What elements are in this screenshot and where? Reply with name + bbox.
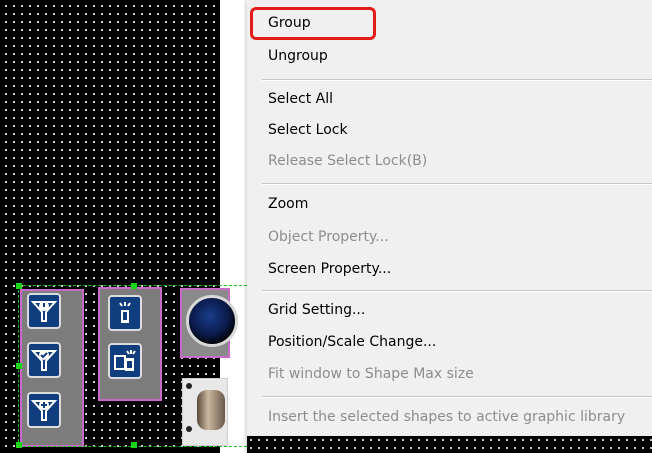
menu-item-object-property: Object Property... [268,229,389,245]
selection-handle[interactable] [131,442,137,448]
menu-separator [262,290,652,292]
menu-item-release-select-lock: Release Select Lock(B) [268,153,428,169]
menu-separator [262,396,652,398]
menu-item-fit-window: Fit window to Shape Max size [268,366,474,382]
menu-separator [262,183,652,185]
menu-item-grid-setting[interactable]: Grid Setting... [268,297,365,323]
menu-item-select-all[interactable]: Select All [268,86,333,112]
menu-item-position-scale-change[interactable]: Position/Scale Change... [268,329,436,355]
menu-item-zoom[interactable]: Zoom [268,191,308,217]
menu-item-ungroup[interactable]: Ungroup [268,43,328,69]
selection-handle[interactable] [16,283,22,289]
menu-item-insert-to-library: Insert the selected shapes to active gra… [268,409,626,425]
group-highlight-box [250,7,376,40]
menu-item-screen-property[interactable]: Screen Property... [268,256,391,282]
selection-handle[interactable] [16,442,22,448]
selection-handle[interactable] [131,283,137,289]
context-menu-gutter [247,0,261,453]
menu-separator [262,79,652,81]
selection-marquee [18,285,252,447]
selection-handle[interactable] [16,363,22,369]
menu-item-select-lock[interactable]: Select Lock [268,117,348,143]
canvas-bottom-strip [247,436,652,453]
